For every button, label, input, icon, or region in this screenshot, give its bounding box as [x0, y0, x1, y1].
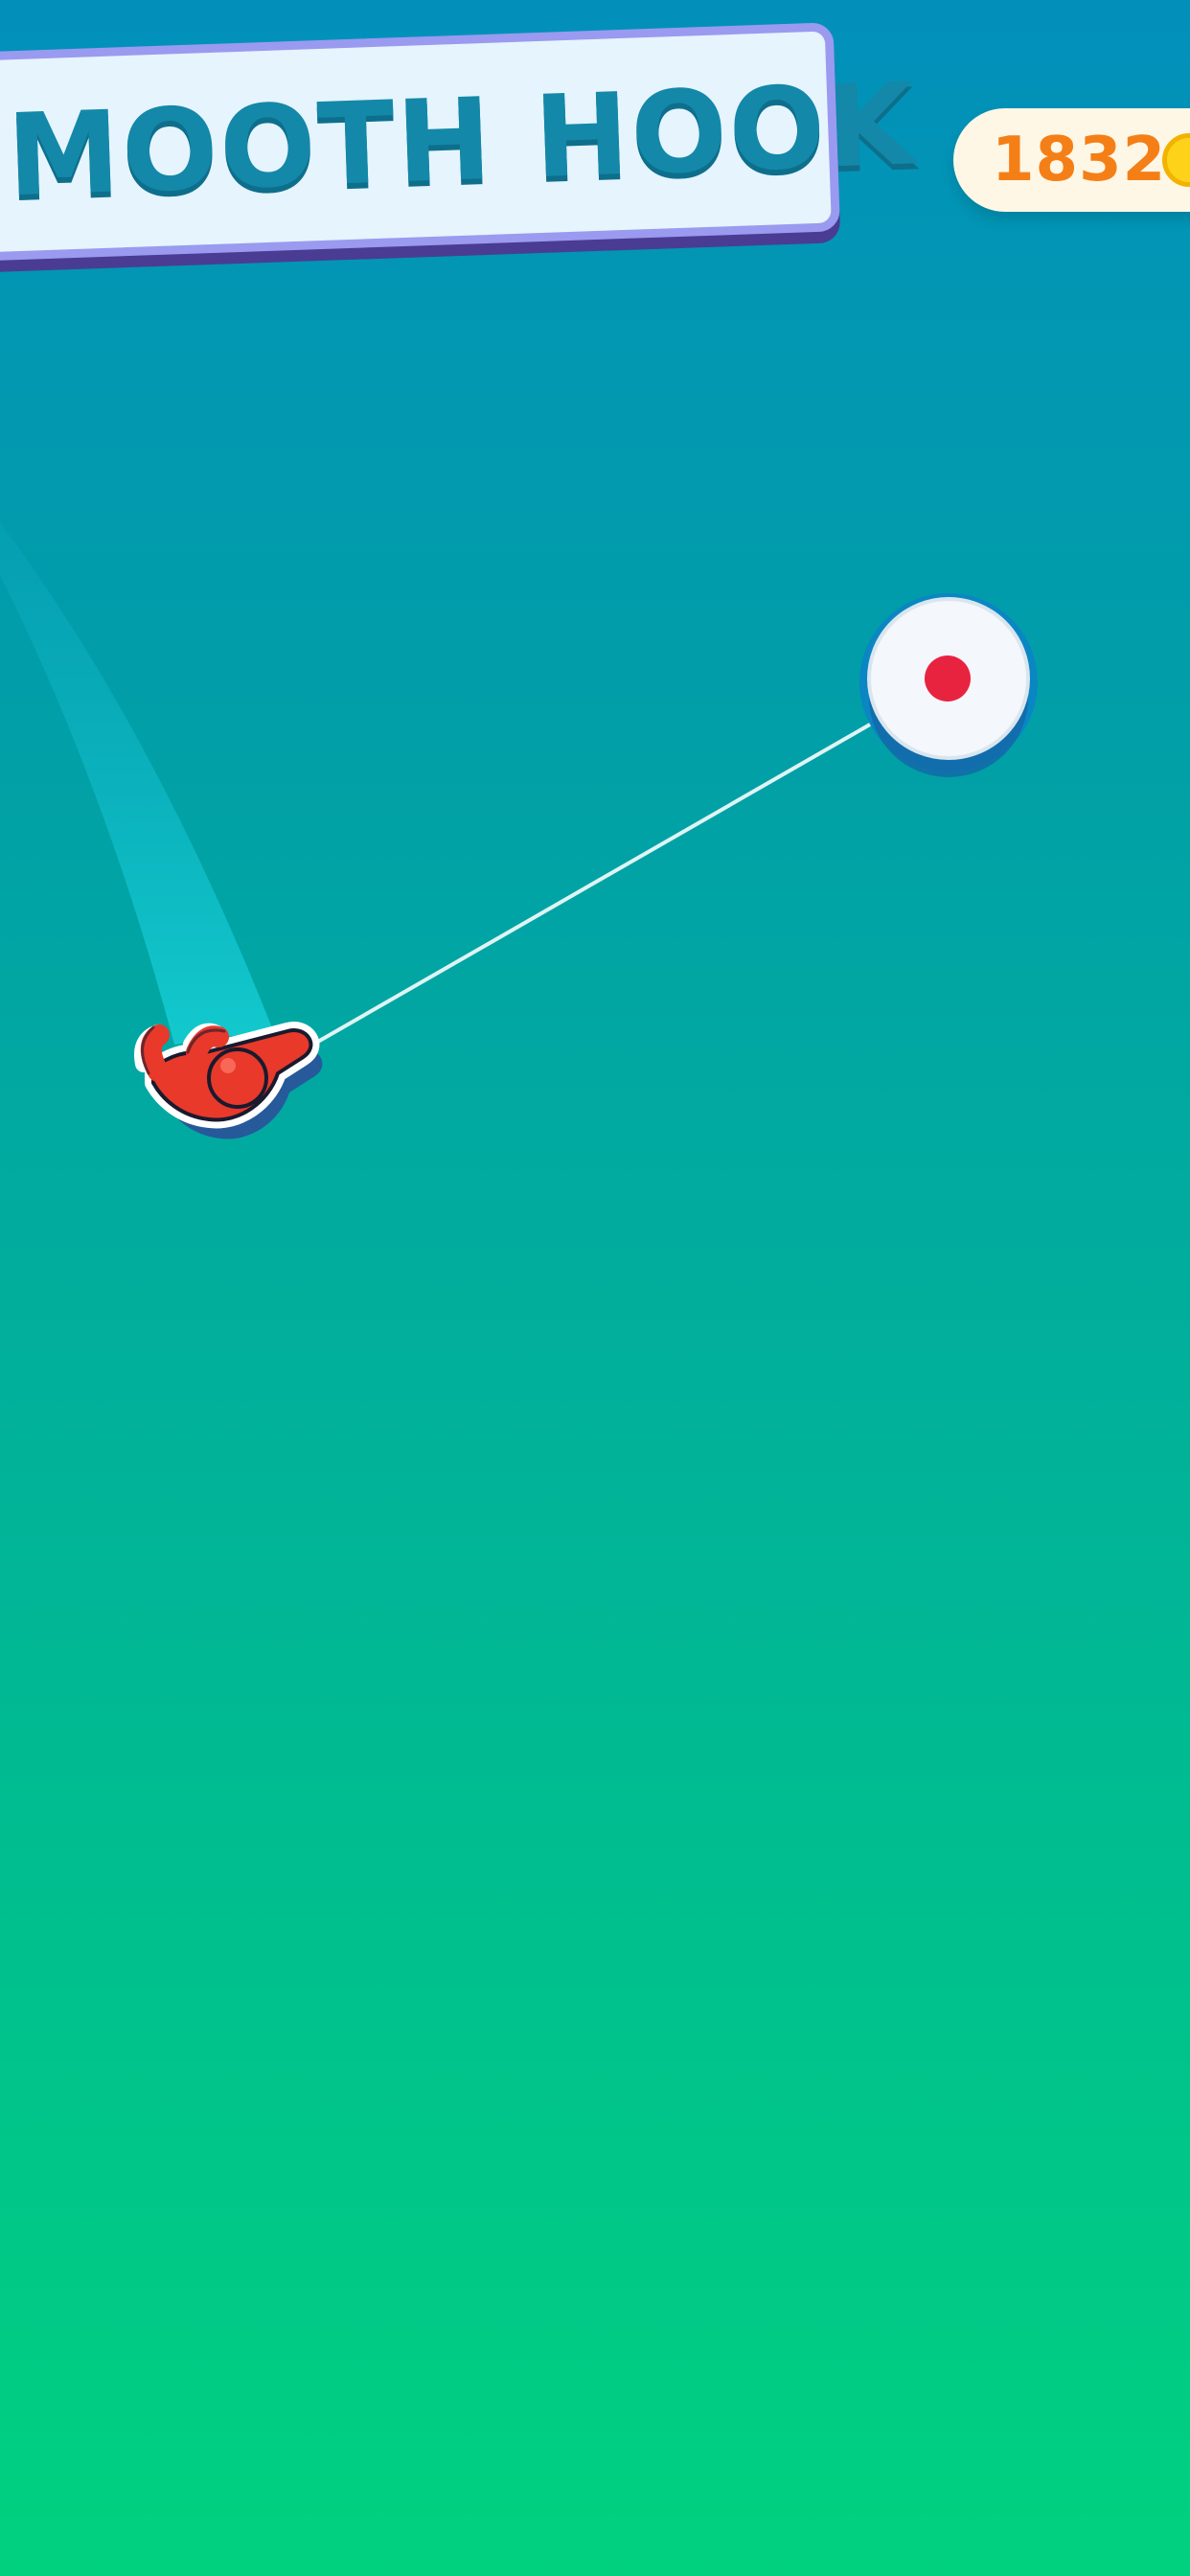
coin-counter: 1832 — [953, 108, 1190, 212]
coin-icon — [1162, 133, 1190, 187]
stickman-player-icon — [134, 1022, 323, 1139]
anchor-center-dot — [925, 656, 971, 702]
level-title-banner: SMOOTH HOOK — [0, 22, 919, 273]
swing-trail — [0, 522, 273, 1045]
playfield[interactable] — [0, 0, 1190, 2576]
banner-panel: SMOOTH HOOK — [0, 22, 919, 262]
coin-count: 1832 — [992, 125, 1167, 196]
grapple-rope — [314, 723, 872, 1045]
game-scene[interactable]: SMOOTH HOOK 1832 — [0, 0, 1190, 2576]
level-title: SMOOTH HOOK — [0, 58, 919, 225]
hook-anchor-icon[interactable] — [859, 593, 1038, 777]
